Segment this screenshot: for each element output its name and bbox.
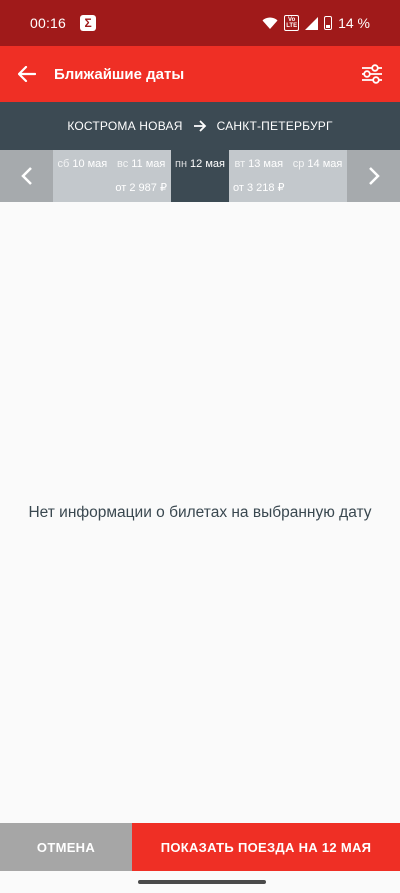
sliders-icon bbox=[362, 64, 382, 84]
battery-icon bbox=[324, 16, 333, 30]
day-date: 13 мая bbox=[248, 158, 284, 170]
day-list: сб 10 мая вс 11 мая от 2 987 ₽ пн 12 мая вт… bbox=[53, 150, 347, 202]
day-date: 11 мая bbox=[131, 158, 166, 170]
filter-button[interactable] bbox=[344, 46, 400, 102]
day-weekday: сб bbox=[57, 158, 70, 170]
show-trains-button[interactable]: ПОКАЗАТЬ ПОЕЗДА НА 12 МАЯ bbox=[132, 823, 400, 871]
page-title: Ближайшие даты bbox=[54, 65, 185, 83]
route-bar: КОСТРОМА НОВАЯ САНКТ-ПЕТЕРБУРГ bbox=[0, 102, 400, 150]
day-weekday: ср bbox=[292, 158, 305, 170]
arrow-left-icon bbox=[18, 66, 36, 82]
day-weekday: вс bbox=[117, 158, 129, 170]
day-item-selected[interactable]: пн 12 мая bbox=[170, 150, 230, 202]
battery-level: 14 % bbox=[338, 15, 370, 31]
date-strip: сб 10 мая вс 11 мая от 2 987 ₽ пн 12 мая вт… bbox=[0, 150, 400, 202]
status-icons: Vo LTE 14 % bbox=[262, 15, 370, 31]
cell-signal-icon bbox=[305, 16, 319, 30]
chevron-left-icon bbox=[20, 167, 32, 185]
day-item[interactable]: вт 13 мая от 3 218 ₽ bbox=[229, 150, 288, 202]
chevron-right-icon bbox=[368, 167, 380, 185]
day-item[interactable]: сб 10 мая bbox=[53, 150, 112, 202]
next-dates-button[interactable] bbox=[347, 150, 400, 202]
day-item[interactable]: вс 11 мая от 2 987 ₽ bbox=[112, 150, 171, 202]
day-date: 14 мая bbox=[307, 158, 343, 170]
arrow-right-icon bbox=[193, 120, 207, 132]
bottom-actions: ОТМЕНА ПОКАЗАТЬ ПОЕЗДА НА 12 МАЯ bbox=[0, 823, 400, 871]
back-button[interactable] bbox=[0, 46, 54, 102]
status-time: 00:16 bbox=[30, 15, 67, 31]
gesture-bar[interactable] bbox=[138, 880, 266, 884]
day-date: 12 мая bbox=[190, 158, 225, 170]
empty-state: Нет информации о билетах на выбранную да… bbox=[0, 202, 400, 823]
day-weekday: вт bbox=[234, 158, 246, 170]
day-price: от 2 987 ₽ bbox=[115, 182, 167, 194]
day-price: от 3 218 ₽ bbox=[233, 182, 285, 194]
day-item[interactable]: ср 14 мая bbox=[288, 150, 347, 202]
route-from: КОСТРОМА НОВАЯ bbox=[67, 119, 183, 133]
app-bar: Ближайшие даты bbox=[0, 46, 400, 102]
app-notification-icon: Σ bbox=[80, 15, 97, 31]
day-date: 10 мая bbox=[72, 158, 108, 170]
day-weekday: пн bbox=[175, 158, 188, 170]
route-to: САНКТ-ПЕТЕРБУРГ bbox=[216, 119, 333, 133]
prev-dates-button[interactable] bbox=[0, 150, 53, 202]
wifi-icon bbox=[262, 17, 278, 29]
volte-icon: Vo LTE bbox=[284, 15, 300, 31]
status-bar: 00:16 Σ Vo LTE 14 % bbox=[0, 0, 400, 46]
empty-message: Нет информации о билетах на выбранную да… bbox=[28, 503, 372, 521]
cancel-button[interactable]: ОТМЕНА bbox=[0, 823, 132, 871]
